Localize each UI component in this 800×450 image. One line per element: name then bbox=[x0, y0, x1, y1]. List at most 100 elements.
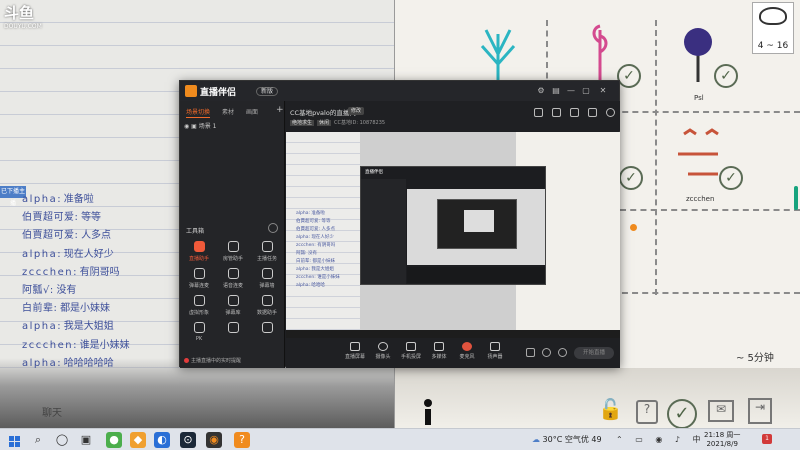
close-icon[interactable]: ✕ bbox=[598, 86, 608, 96]
tool-broadcast[interactable]: 直播助手 bbox=[184, 241, 214, 265]
notification-badge[interactable]: 1 bbox=[762, 434, 772, 444]
heart-link-icon bbox=[193, 268, 205, 279]
app-orange-icon[interactable]: ◉ bbox=[206, 432, 222, 448]
question-icon: ? bbox=[636, 400, 658, 424]
stream-preview[interactable]: alpha: 准备啦 伯賈超可爱: 等等 伯賈超可爱: 人多点 alpha: 现在人好… bbox=[286, 132, 620, 338]
mic-button[interactable]: 麦克风 bbox=[454, 342, 480, 360]
weather-widget[interactable]: 30°C 空气优 49 bbox=[532, 434, 602, 445]
task-view-icon[interactable]: ◯ bbox=[54, 432, 70, 448]
version-badge[interactable]: 新版 bbox=[256, 87, 279, 96]
multitask-icon[interactable]: ▣ bbox=[78, 432, 94, 448]
pin-icon[interactable]: ▤ bbox=[551, 86, 561, 96]
speaker-button[interactable]: 扬声器 bbox=[482, 342, 508, 360]
preview-chat-line: zccchen: 有阴哥吗 bbox=[296, 243, 336, 248]
tab-scene-switch[interactable]: 场景切换 bbox=[186, 107, 211, 118]
chat-username: alpha bbox=[22, 357, 58, 369]
chat-text: 人多点 bbox=[81, 230, 112, 242]
more-icon bbox=[227, 322, 239, 333]
app-logo-icon bbox=[185, 85, 197, 97]
check-icon: ✓ bbox=[667, 399, 697, 428]
settings-icon[interactable]: ⚙ bbox=[536, 86, 546, 96]
windows-taskbar: ⌕ ◯ ▣ ● ◆ ◐ ⊙ ◉ ? 30°C 空气优 49 ⌃ ▭ ◉ ♪ 中 … bbox=[0, 428, 800, 450]
preview-chat-line: alpha: 我是大姐姐 bbox=[296, 267, 334, 272]
user-icon[interactable] bbox=[588, 108, 597, 117]
check-icon: ✓ bbox=[714, 64, 738, 88]
preview-chat-line: alpha: 准备啦 bbox=[296, 211, 325, 216]
speaker-icon bbox=[490, 342, 500, 351]
scene-item[interactable]: ◉ ▣ 场景 1 bbox=[184, 121, 216, 130]
tool-chat[interactable]: 弹幕墙 bbox=[252, 268, 282, 292]
app-cat-icon[interactable]: ◆ bbox=[130, 432, 146, 448]
chat-message: 伯賈超可爱: 人多点 bbox=[22, 226, 202, 244]
system-tray-icons[interactable]: ⌃ ▭ ◉ ♪ 中 bbox=[616, 434, 706, 445]
check-icon: ✓ bbox=[719, 166, 743, 190]
steam-icon[interactable]: ⊙ bbox=[180, 432, 196, 448]
phone-cast-icon bbox=[406, 342, 416, 351]
live-companion-taskbar-icon[interactable]: ? bbox=[234, 432, 250, 448]
windows-start-icon[interactable] bbox=[6, 432, 22, 448]
chat-text: 我是大姐姐 bbox=[63, 321, 114, 333]
red-face-drawing bbox=[678, 128, 719, 176]
toolbox-settings-icon[interactable] bbox=[268, 223, 278, 233]
tool-label: 弹幕库 bbox=[225, 310, 241, 316]
camera-button[interactable]: 摄像头 bbox=[370, 342, 396, 360]
chat-text: 准备啦 bbox=[63, 194, 94, 205]
nested-title: 直播伴侣 bbox=[365, 170, 383, 175]
media-icon bbox=[434, 342, 444, 351]
media-button[interactable]: 多媒体 bbox=[426, 342, 452, 360]
maximize-icon[interactable]: ▢ bbox=[581, 86, 591, 96]
tool-library[interactable]: 弹幕库 bbox=[218, 295, 248, 319]
message-icon[interactable] bbox=[552, 108, 561, 117]
camera-toggle-icon[interactable] bbox=[526, 348, 535, 357]
phone-cast-button[interactable]: 手机投屏 bbox=[398, 342, 424, 360]
minimize-icon[interactable]: — bbox=[566, 86, 576, 96]
title-bar[interactable]: 直播伴侣 新版 ⚙ ▤ — ▢ ✕ bbox=[180, 81, 619, 101]
gear-icon[interactable] bbox=[558, 348, 567, 357]
gift-icon[interactable] bbox=[534, 108, 543, 117]
chat-username: 伯賈超可爱 bbox=[22, 230, 75, 242]
start-live-button[interactable]: 开始直播 bbox=[574, 347, 614, 359]
source-button-label: 麦克风 bbox=[459, 354, 475, 360]
app-green-icon[interactable]: ● bbox=[106, 432, 122, 448]
left-panel: 场景切换 素材 画面 + ◉ ▣ 场景 1 工具箱 直播助手 房管助手 主播任务 弹幕… bbox=[180, 101, 285, 368]
tool-heart-link[interactable]: 弹幕连麦 bbox=[184, 268, 214, 292]
tool-home[interactable] bbox=[252, 322, 282, 346]
room-info-bar: CC基地pvalo的直播间 修改 绝地求生 休闲 CC基地ID: 10878235 bbox=[286, 101, 620, 131]
tab-materials[interactable]: 素材 bbox=[222, 107, 234, 116]
share-icon[interactable] bbox=[606, 108, 615, 117]
preview-chat-line: 阿瓢: 没有 bbox=[296, 251, 317, 256]
tool-person[interactable]: 房管助手 bbox=[218, 241, 248, 265]
search-icon[interactable]: ⌕ bbox=[30, 432, 46, 448]
live-companion-window: 直播伴侣 新版 ⚙ ▤ — ▢ ✕ 场景切换 素材 画面 + ◉ ▣ 场景 1 … bbox=[179, 80, 620, 368]
category-chip[interactable]: 绝地求生 bbox=[290, 120, 315, 126]
bell-icon[interactable] bbox=[570, 108, 579, 117]
edit-room-button[interactable]: 修改 bbox=[348, 107, 365, 115]
eye-icon[interactable] bbox=[542, 348, 551, 357]
chat-text: 没有 bbox=[56, 284, 77, 296]
add-scene-icon[interactable]: + bbox=[276, 105, 284, 115]
room-title: CC基地pvalo的直播间 bbox=[290, 109, 356, 117]
scroll-handle[interactable] bbox=[794, 186, 798, 210]
tool-clipboard[interactable]: 主播任务 bbox=[252, 241, 282, 265]
source-button-label: 直播屏幕 bbox=[344, 354, 365, 360]
tab-canvas[interactable]: 画面 bbox=[246, 107, 258, 116]
tool-more[interactable] bbox=[218, 322, 248, 346]
drawing-label: zccchen bbox=[686, 195, 715, 203]
room-meta: 绝地求生 休闲 CC基地ID: 10878235 bbox=[290, 119, 385, 126]
subcategory-chip[interactable]: 休闲 bbox=[317, 120, 332, 126]
tool-data[interactable]: 数据助手 bbox=[252, 295, 282, 319]
home-icon bbox=[261, 322, 273, 333]
camera-icon bbox=[378, 342, 388, 351]
main-panel: CC基地pvalo的直播间 修改 绝地求生 休闲 CC基地ID: 10878235 … bbox=[286, 101, 620, 368]
app-blue-icon[interactable]: ◐ bbox=[154, 432, 170, 448]
source-button-label: 摄像头 bbox=[375, 354, 391, 360]
tool-people[interactable]: 语音连麦 bbox=[218, 268, 248, 292]
tool-label: 虚拟形象 bbox=[188, 310, 209, 316]
tool-pk[interactable]: PK bbox=[184, 322, 214, 346]
tool-avatar[interactable]: 虚拟形象 bbox=[184, 295, 214, 319]
chat-username: alpha bbox=[22, 321, 58, 333]
chat-message: 白前辈: 都是小妹妹 bbox=[22, 299, 202, 317]
chat-icon bbox=[261, 268, 273, 279]
screen-button[interactable]: 直播屏幕 bbox=[342, 342, 368, 360]
clock[interactable]: 21:18 周一 2021/8/9 bbox=[704, 431, 740, 449]
